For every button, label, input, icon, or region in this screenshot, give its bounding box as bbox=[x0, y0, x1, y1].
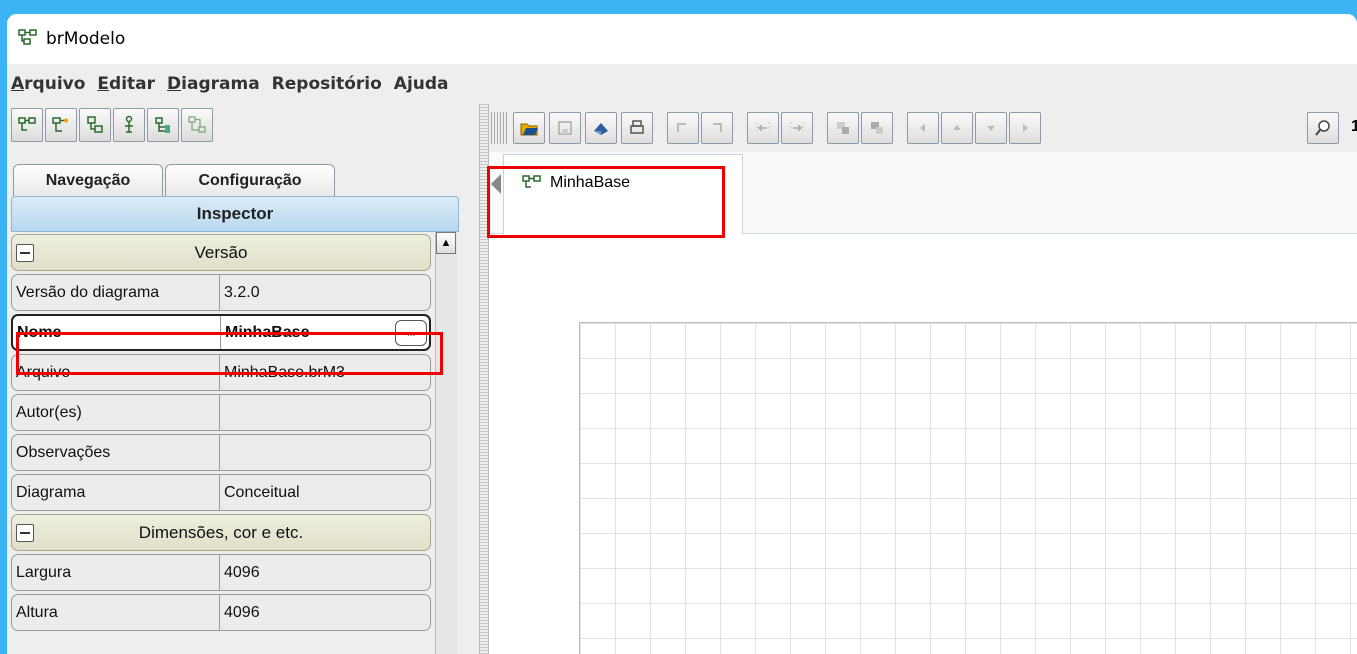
save-button[interactable] bbox=[549, 112, 581, 144]
arrow-down-icon bbox=[987, 126, 995, 131]
send-back-icon bbox=[871, 122, 883, 134]
property-value: MinhaBase.brM3 bbox=[224, 363, 345, 381]
tab-scroll-left-icon[interactable] bbox=[491, 174, 501, 194]
property-key: Largura bbox=[14, 555, 220, 590]
model-button[interactable] bbox=[181, 108, 213, 142]
property-key: Autor(es) bbox=[14, 395, 220, 430]
tree-button[interactable] bbox=[147, 108, 179, 142]
document-tabs: MinhaBase bbox=[489, 152, 1357, 242]
move-down-button[interactable] bbox=[975, 112, 1007, 144]
row-autores[interactable]: Autor(es) bbox=[11, 394, 431, 431]
move-right-button[interactable] bbox=[1009, 112, 1041, 144]
new-diagram-icon bbox=[18, 117, 36, 131]
tree-icon bbox=[155, 117, 170, 133]
arrow-up-icon bbox=[953, 125, 961, 130]
align-right-icon bbox=[790, 122, 804, 134]
menu-editar[interactable]: Editar bbox=[97, 74, 155, 94]
window-title: brModelo bbox=[46, 29, 126, 49]
tab-label: MinhaBase bbox=[550, 174, 631, 191]
property-key: Diagrama bbox=[14, 475, 220, 510]
property-value[interactable] bbox=[221, 395, 426, 430]
save-icon bbox=[558, 121, 572, 135]
menu-ajuda[interactable]: Ajuda bbox=[394, 74, 449, 94]
app-window: brModelo Arquivo Editar Diagrama Reposit… bbox=[7, 14, 1357, 654]
conceptual-button[interactable] bbox=[45, 108, 77, 142]
undo-button[interactable] bbox=[667, 112, 699, 144]
row-nome[interactable]: Nome MinhaBase ... bbox=[11, 314, 431, 351]
section-title: Versão bbox=[194, 242, 248, 262]
scroll-up-icon[interactable]: ▲ bbox=[436, 232, 456, 254]
zoom-icon bbox=[1315, 120, 1330, 136]
property-key: Versão do diagrama bbox=[14, 275, 220, 310]
align-right-button[interactable] bbox=[781, 112, 813, 144]
row-observacoes[interactable]: Observações bbox=[11, 434, 431, 471]
diagram-area: 1 MinhaBase bbox=[489, 104, 1357, 654]
save-as-button[interactable] bbox=[585, 112, 617, 144]
new-diagram-button[interactable] bbox=[11, 108, 43, 142]
logical-icon bbox=[87, 116, 103, 133]
menu-diagrama[interactable]: Diagrama bbox=[167, 74, 260, 94]
bring-front-button[interactable] bbox=[827, 112, 859, 144]
tab-minhabase[interactable]: MinhaBase bbox=[503, 154, 743, 234]
row-arquivo[interactable]: Arquivo MinhaBase.brM3 bbox=[11, 354, 431, 391]
property-value[interactable]: 4096 bbox=[221, 595, 426, 630]
splitter-handle[interactable] bbox=[479, 104, 489, 654]
section-versao[interactable]: Versão bbox=[11, 234, 431, 271]
main-toolbar: 1 bbox=[489, 104, 1357, 152]
open-button[interactable] bbox=[513, 112, 545, 144]
print-icon bbox=[630, 120, 644, 134]
undo-icon bbox=[677, 123, 686, 132]
property-key: Observações bbox=[14, 435, 220, 470]
row-diagram-version[interactable]: Versão do diagrama 3.2.0 bbox=[11, 274, 431, 311]
align-left-icon bbox=[756, 122, 770, 134]
entity-icon bbox=[125, 115, 133, 133]
model-icon bbox=[188, 116, 206, 133]
title-bar: brModelo bbox=[7, 14, 1357, 64]
row-altura[interactable]: Altura 4096 bbox=[11, 594, 431, 631]
property-value: Conceitual bbox=[224, 483, 300, 501]
open-folder-icon bbox=[520, 123, 538, 136]
ellipsis-button[interactable]: ... bbox=[395, 320, 427, 346]
menu-repositorio[interactable]: Repositório bbox=[272, 74, 382, 94]
save-as-icon bbox=[594, 123, 608, 135]
section-title: Dimensões, cor e etc. bbox=[138, 522, 304, 542]
entity-button[interactable] bbox=[113, 108, 145, 142]
property-key: Nome bbox=[15, 316, 221, 349]
property-key: Arquivo bbox=[14, 355, 220, 390]
send-back-button[interactable] bbox=[861, 112, 893, 144]
arrow-right-icon bbox=[1023, 124, 1028, 132]
diagram-canvas[interactable] bbox=[579, 322, 1357, 654]
property-value[interactable]: 4096 bbox=[221, 555, 426, 590]
property-value[interactable] bbox=[221, 435, 426, 470]
logical-button[interactable] bbox=[79, 108, 111, 142]
tab-configuracao[interactable]: Configuração bbox=[165, 164, 335, 196]
print-button[interactable] bbox=[621, 112, 653, 144]
app-logo-icon bbox=[18, 28, 38, 51]
left-panel: Navegação Configuração Inspector Versão … bbox=[7, 104, 479, 654]
zoom-level: 1 bbox=[1351, 118, 1357, 135]
toolbar-grip[interactable] bbox=[491, 112, 507, 144]
redo-icon bbox=[713, 123, 722, 132]
diagram-icon bbox=[522, 175, 541, 188]
inspector-header[interactable]: Inspector bbox=[11, 196, 459, 232]
bring-front-icon bbox=[837, 122, 849, 134]
arrow-left-icon bbox=[920, 124, 925, 132]
menu-bar: Arquivo Editar Diagrama Repositório Ajud… bbox=[7, 64, 1357, 104]
row-largura[interactable]: Largura 4096 bbox=[11, 554, 431, 591]
menu-arquivo[interactable]: Arquivo bbox=[11, 74, 85, 94]
left-toolbar bbox=[11, 108, 213, 142]
conceptual-icon bbox=[52, 117, 68, 132]
move-left-button[interactable] bbox=[907, 112, 939, 144]
tab-navegacao[interactable]: Navegação bbox=[13, 164, 163, 196]
inspector-grid: Versão Versão do diagrama 3.2.0 Nome Min… bbox=[11, 232, 431, 654]
property-value: 3.2.0 bbox=[224, 283, 260, 301]
zoom-button[interactable] bbox=[1307, 112, 1339, 144]
align-left-button[interactable] bbox=[747, 112, 779, 144]
inspector-scrollbar[interactable]: ▲ bbox=[435, 232, 457, 654]
property-key: Altura bbox=[14, 595, 220, 630]
section-dimensoes[interactable]: Dimensões, cor e etc. bbox=[11, 514, 431, 551]
redo-button[interactable] bbox=[701, 112, 733, 144]
row-diagrama[interactable]: Diagrama Conceitual bbox=[11, 474, 431, 511]
move-up-button[interactable] bbox=[941, 112, 973, 144]
